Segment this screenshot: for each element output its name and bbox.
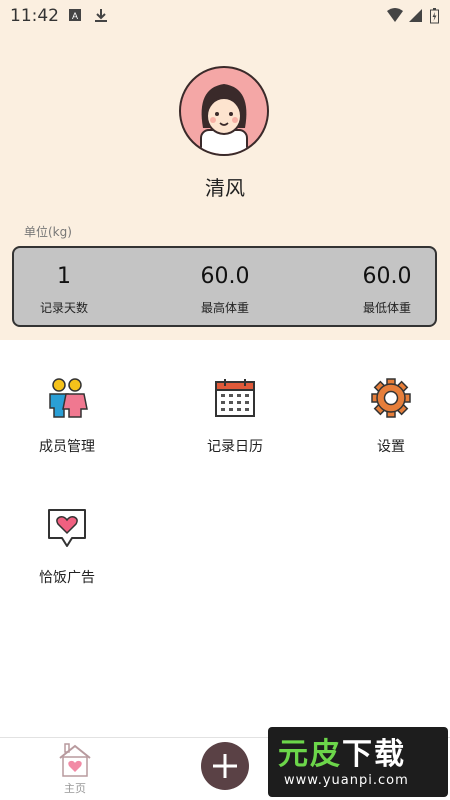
plus-icon bbox=[213, 754, 237, 778]
watermark-title-b: 下载 bbox=[342, 737, 406, 772]
wifi-icon bbox=[387, 8, 403, 22]
menu-label: 成员管理 bbox=[39, 439, 95, 455]
heart-message-icon bbox=[48, 509, 86, 547]
stat-value: 60.0 bbox=[362, 264, 412, 289]
menu-members[interactable]: 成员管理 bbox=[7, 378, 127, 456]
menu-settings[interactable]: 设置 bbox=[331, 378, 450, 456]
menu-calendar[interactable]: 记录日历 bbox=[175, 378, 295, 456]
add-record-button[interactable] bbox=[201, 742, 249, 790]
svg-text:A: A bbox=[72, 11, 78, 21]
menu-label: 恰饭广告 bbox=[39, 570, 95, 586]
members-icon bbox=[49, 378, 88, 418]
nav-home-label: 主页 bbox=[64, 782, 86, 795]
stat-value: 1 bbox=[57, 264, 71, 289]
app-notification-icon: A bbox=[69, 9, 81, 21]
watermark-title: 元皮下载 bbox=[278, 729, 406, 773]
watermark: 元皮下载 www.yuanpi.com bbox=[268, 727, 448, 797]
stat-label: 最高体重 bbox=[200, 301, 249, 315]
unit-label: 单位(kg) bbox=[24, 225, 72, 239]
stat-value: 60.0 bbox=[200, 264, 250, 289]
watermark-url: www.yuanpi.com bbox=[284, 773, 409, 788]
stat-label: 最低体重 bbox=[362, 301, 411, 315]
status-time: 11:42 bbox=[10, 6, 59, 26]
menu-label: 设置 bbox=[377, 439, 405, 455]
calendar-icon bbox=[215, 379, 255, 417]
stat-min-weight: 60.0 最低体重 bbox=[327, 264, 447, 316]
stat-record-days: 1 记录天数 bbox=[4, 264, 124, 316]
watermark-title-a: 元皮 bbox=[278, 737, 342, 772]
gear-icon bbox=[371, 378, 411, 418]
battery-icon bbox=[430, 8, 439, 24]
stat-label: 记录天数 bbox=[39, 301, 88, 315]
stats-card: 1 记录天数 60.0 最高体重 60.0 最低体重 bbox=[12, 246, 437, 327]
menu-label: 记录日历 bbox=[207, 439, 263, 455]
menu-ads[interactable]: 恰饭广告 bbox=[7, 507, 127, 587]
nav-home[interactable]: 主页 bbox=[53, 742, 97, 796]
download-icon bbox=[95, 9, 107, 22]
avatar[interactable] bbox=[179, 66, 269, 156]
signal-icon bbox=[409, 9, 422, 22]
user-name: 清风 bbox=[205, 176, 245, 200]
stat-max-weight: 60.0 最高体重 bbox=[165, 264, 285, 316]
home-icon bbox=[59, 743, 91, 777]
